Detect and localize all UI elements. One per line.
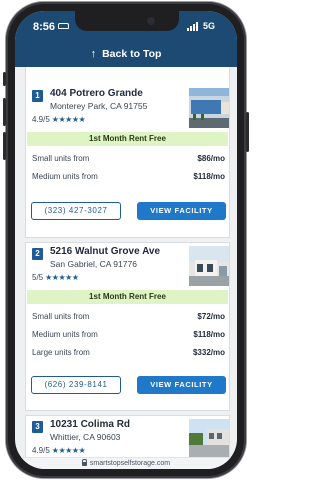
facility-city: San Gabriel, CA 91776: [50, 259, 137, 269]
volume-up-button: [3, 98, 6, 126]
facility-city: Monterey Park, CA 91755: [50, 101, 148, 111]
facility-title[interactable]: 5216 Walnut Grove Ave: [50, 246, 160, 257]
star-rating-icon: ★★★★★: [51, 115, 86, 124]
lock-icon: [81, 458, 87, 466]
promo-banner: 1st Month Rent Free: [27, 132, 228, 146]
network-label: 5G: [203, 21, 216, 31]
unit-price-row: Medium units from $118/mo: [32, 172, 225, 181]
facility-number-badge: 2: [32, 248, 43, 260]
facility-city: Whittier, CA 90603: [50, 432, 121, 442]
mute-switch: [3, 72, 6, 86]
call-facility-button[interactable]: (626) 239-8141: [31, 376, 121, 394]
unit-price-row: Medium units from $118/mo: [32, 330, 225, 339]
facility-rating: 4.9/5 ★★★★★: [32, 115, 86, 124]
facility-card: 1 404 Potrero Grande Monterey Park, CA 9…: [25, 67, 230, 238]
facility-rating: 5/5 ★★★★★: [32, 273, 79, 282]
view-facility-button[interactable]: VIEW FACILITY: [137, 376, 226, 394]
phone-frame: 8:56 5G ↑ Back to Top 1 404 Potrero Gran…: [3, 2, 249, 478]
status-time: 8:56: [33, 21, 70, 33]
facility-card: 2 5216 Walnut Grove Ave San Gabriel, CA …: [25, 242, 230, 411]
promo-banner: 1st Month Rent Free: [27, 290, 228, 304]
unit-price-row: Small units from $72/mo: [32, 312, 225, 321]
arrow-up-icon: ↑: [90, 48, 97, 60]
facility-number-badge: 3: [32, 421, 43, 433]
view-facility-button[interactable]: VIEW FACILITY: [137, 202, 226, 220]
facility-list[interactable]: 1 404 Potrero Grande Monterey Park, CA 9…: [15, 67, 237, 457]
status-bar: 8:56 5G: [15, 11, 237, 41]
star-rating-icon: ★★★★★: [45, 273, 79, 282]
facility-number-badge: 1: [32, 90, 43, 102]
url-domain: smartstopselfstorage.com: [89, 460, 171, 467]
url-bar[interactable]: smartstopselfstorage.com: [15, 457, 237, 469]
unit-price-row: Large units from $332/mo: [32, 348, 225, 357]
camera-icon: [147, 17, 155, 25]
back-to-top-button[interactable]: ↑ Back to Top: [15, 41, 237, 67]
facility-title[interactable]: 10231 Colima Rd: [50, 419, 130, 430]
volume-down-button: [3, 132, 6, 160]
back-to-top-label: Back to Top: [102, 48, 162, 60]
signal-icon: [187, 22, 198, 31]
facility-card: 3 10231 Colima Rd Whittier, CA 90603 4.9…: [25, 415, 230, 457]
facility-rating: 4.9/5 ★★★★★: [32, 446, 86, 455]
facility-title[interactable]: 404 Potrero Grande: [50, 88, 143, 99]
unit-price-row: Small units from $86/mo: [32, 154, 225, 163]
call-facility-button[interactable]: (323) 427-3027: [31, 202, 121, 220]
facility-photo[interactable]: [189, 419, 229, 457]
facility-photo[interactable]: [189, 246, 229, 286]
power-button: [246, 112, 249, 152]
facility-photo[interactable]: [189, 88, 229, 128]
car-icon: [58, 23, 70, 29]
screen: 8:56 5G ↑ Back to Top 1 404 Potrero Gran…: [15, 11, 237, 469]
notch: [75, 11, 179, 31]
star-rating-icon: ★★★★★: [51, 446, 86, 455]
